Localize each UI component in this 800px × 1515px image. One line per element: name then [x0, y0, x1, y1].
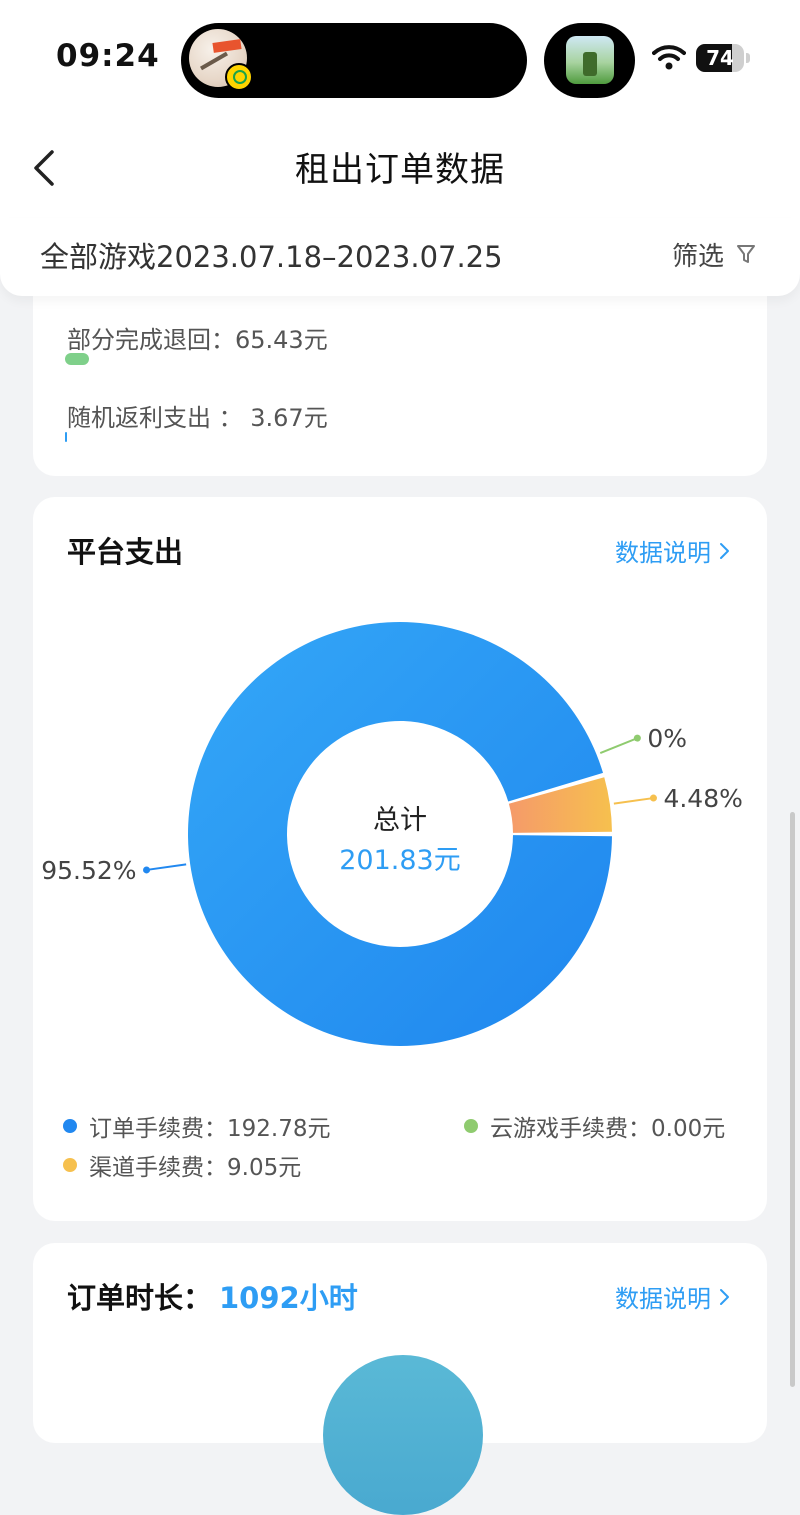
- duration-chart: [323, 1355, 483, 1515]
- donut-percent-label: 0%: [647, 724, 687, 753]
- donut-leader-dot: [649, 794, 657, 802]
- donut-percent-label: 95.52%: [41, 856, 136, 885]
- legend-dot: [63, 1158, 77, 1172]
- order-duration-card: 订单时长： 1092小时 数据说明: [33, 1243, 767, 1515]
- dynamic-island[interactable]: [181, 23, 527, 98]
- card-title: 订单时长：: [67, 1281, 213, 1315]
- dynamic-island-secondary[interactable]: [544, 23, 635, 98]
- battery-level-text: 74: [706, 46, 734, 70]
- donut-leader-line: [599, 737, 638, 755]
- legend-item-order-fee: 订单手续费：192.78元: [63, 1109, 330, 1143]
- donut-leader-line: [146, 863, 187, 871]
- legend-dot: [464, 1119, 478, 1133]
- scroll-indicator[interactable]: [790, 812, 795, 1387]
- donut-percent-label: 4.48%: [663, 784, 742, 813]
- duration-value: 1092小时: [219, 1281, 358, 1315]
- legend-item-channel-fee: 渠道手续费：9.05元: [63, 1148, 301, 1182]
- legend-dot: [63, 1119, 77, 1133]
- game-app-icon: [566, 36, 614, 84]
- legend-label: 渠道手续费：9.05元: [89, 1155, 302, 1181]
- partial-refund-bar: [65, 353, 89, 365]
- legend-item-cloud-game-fee: 云游戏手续费：0.00元: [464, 1109, 725, 1143]
- chevron-right-icon: [720, 1288, 729, 1305]
- refund-card: 部分完成退回：65.43元 随机返利支出 ： 3.67元: [33, 270, 767, 476]
- donut-leader-dot: [143, 866, 151, 874]
- donut-leader-line: [613, 797, 654, 805]
- status-bar: 09:24 74: [0, 0, 800, 120]
- platform-expense-card: 平台支出 数据说明 95.52% 0% 4.48% 总计 201.83元 订单手续费…: [33, 497, 767, 1221]
- page-title: 租出订单数据: [295, 150, 505, 190]
- status-time: 09:24: [56, 38, 160, 74]
- partial-refund-label: 部分完成退回：65.43元: [67, 326, 328, 354]
- donut-leader-dot: [633, 734, 641, 742]
- legend-label: 云游戏手续费：0.00元: [490, 1116, 726, 1142]
- random-rebate-bar: [65, 432, 67, 442]
- battery-indicator: 74: [696, 44, 744, 72]
- random-rebate-label: 随机返利支出 ： 3.67元: [67, 404, 328, 432]
- filter-button[interactable]: 筛选: [672, 234, 756, 274]
- battery-nub: [746, 53, 750, 63]
- date-range-label[interactable]: 全部游戏2023.07.18–2023.07.25: [40, 234, 503, 276]
- navigation-bar: 租出订单数据: [0, 120, 800, 218]
- filter-bar: 全部游戏2023.07.18–2023.07.25 筛选: [0, 218, 800, 296]
- filter-button-label: 筛选: [672, 241, 725, 272]
- legend-label: 订单手续费：192.78元: [89, 1116, 331, 1142]
- wifi-icon: [652, 45, 686, 70]
- donut-center-label: 总计: [373, 805, 427, 836]
- funnel-icon: [737, 245, 756, 263]
- data-explanation-label: 数据说明: [615, 1285, 711, 1313]
- music-app-badge-icon: [225, 63, 253, 91]
- data-explanation-link[interactable]: 数据说明: [615, 1279, 731, 1314]
- donut-center-value: 201.83元: [339, 845, 460, 876]
